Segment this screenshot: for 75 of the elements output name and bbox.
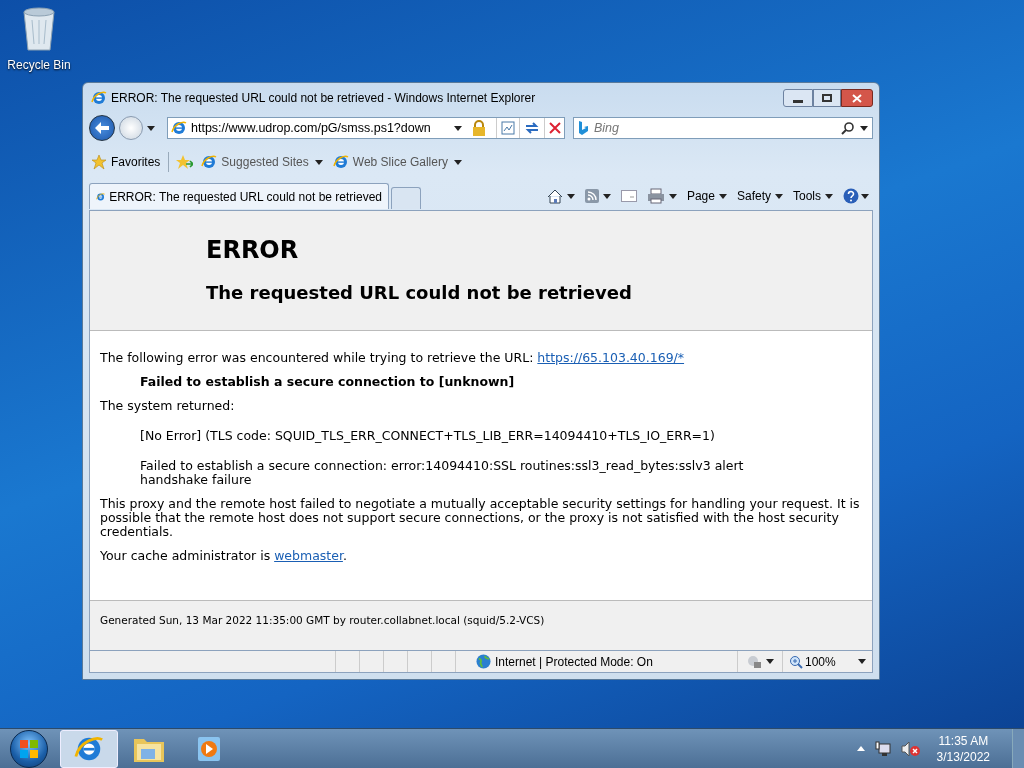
- stop-icon[interactable]: [549, 122, 561, 134]
- close-button[interactable]: [841, 89, 873, 107]
- paragraph: This proxy and the remote host failed to negotiate a mutually acceptable security settings for handling your request. It is possible that the remote host does not support secure connections, or the proxy is not satisfied with the host security credentials.: [100, 497, 861, 539]
- caret-icon: [860, 125, 868, 131]
- desktop-icon-label[interactable]: Recycle Bin: [7, 56, 71, 74]
- bing-logo-icon: [578, 121, 588, 135]
- home-icon[interactable]: [546, 188, 563, 204]
- add-favorite-icon[interactable]: [175, 154, 194, 170]
- clock-time[interactable]: 11:35 AM: [938, 732, 989, 749]
- back-arrow-icon: [95, 122, 109, 134]
- back-button[interactable]: [89, 115, 115, 141]
- link[interactable]: webmaster: [274, 548, 343, 563]
- caret-icon: [718, 193, 727, 199]
- caret-icon: [766, 659, 774, 664]
- window-title: ERROR: The requested URL could not be retrieved - Windows Internet Explorer: [111, 90, 536, 107]
- browser-icon: [201, 154, 218, 170]
- paragraph: Your cache administrator is webmaster.: [100, 549, 348, 563]
- globe-icon: [476, 654, 491, 669]
- close-icon: [852, 93, 862, 103]
- browser-icon: [332, 154, 349, 170]
- security-zone-text: Internet | Protected Mode: On: [495, 653, 653, 671]
- paragraph: Failed to establish a secure connection to [unknown]: [139, 375, 516, 389]
- taskbar-button[interactable]: [60, 729, 118, 768]
- search-field[interactable]: Bing: [573, 117, 873, 139]
- caret-icon: [453, 159, 462, 165]
- command-menu[interactable]: Page: [686, 187, 727, 205]
- caret-icon: [775, 193, 783, 199]
- command-menu[interactable]: Safety: [736, 187, 783, 205]
- browser-tab[interactable]: ERROR: The requested URL could not be retrieved: [89, 183, 389, 209]
- muted-speaker-icon[interactable]: [900, 740, 921, 757]
- show-hidden-icons-icon[interactable]: [856, 746, 865, 751]
- error-heading: ERROR: [206, 235, 300, 265]
- browser-icon: [171, 120, 187, 136]
- minimize-button[interactable]: [783, 89, 813, 107]
- caret-icon: [861, 193, 869, 199]
- paragraph: The system returned:: [100, 399, 236, 413]
- favorites-bar-link[interactable]: Suggested Sites: [199, 153, 325, 171]
- compatibility-icon[interactable]: [501, 121, 515, 135]
- caret-icon: [566, 193, 575, 199]
- caret-icon: [825, 193, 833, 199]
- caret-icon: [454, 125, 462, 131]
- favorites-button[interactable]: Favorites: [89, 153, 163, 171]
- windows-logo-icon: [19, 738, 39, 759]
- address-bar[interactable]: https://www.udrop.com/pG/smss.ps1?down: [167, 117, 565, 139]
- caret-icon: [602, 193, 611, 199]
- feed-icon[interactable]: [584, 189, 599, 203]
- network-icon[interactable]: [874, 740, 891, 757]
- search-icon[interactable]: [841, 121, 854, 135]
- start-button[interactable]: [10, 729, 48, 768]
- caret-icon: [314, 159, 323, 165]
- search-placeholder: Bing: [594, 119, 620, 137]
- paragraph: Failed to establish a secure connection: error:14094410:SSL routines:ssl3_read_bytes:sslv3 alert handshake failure: [139, 459, 745, 487]
- mail-icon[interactable]: [620, 190, 637, 202]
- media-player-icon: [195, 734, 223, 763]
- maximize-button[interactable]: [813, 89, 841, 107]
- clock-date[interactable]: 3/13/2022: [936, 748, 990, 765]
- browser-icon: [91, 90, 107, 106]
- caret-icon: [668, 193, 677, 199]
- caret-icon: [147, 125, 155, 131]
- star-icon: [91, 154, 107, 170]
- paragraph: [No Error] (TLS code: SQUID_TLS_ERR_CONNECT+TLS_LIB_ERR=14094410+TLS_IO_ERR=1): [139, 429, 716, 443]
- paragraph: The following error was encountered while trying to retrieve the URL: https://65.103.40.169/*: [100, 351, 686, 365]
- printer-icon[interactable]: [646, 188, 665, 204]
- zoom-button[interactable]: 100%: [782, 651, 872, 672]
- help-icon[interactable]: [843, 188, 859, 204]
- footer-text: Generated Sun, 13 Mar 2022 11:35:00 GMT by router.collabnet.local (squid/5.2-VCS): [100, 614, 545, 626]
- recycle-bin-icon[interactable]: [20, 6, 58, 52]
- favorites-bar-link[interactable]: Web Slice Gallery: [330, 153, 464, 171]
- refresh-icon[interactable]: [524, 121, 540, 135]
- caret-icon: [858, 659, 866, 664]
- error-subheading: The requested URL could not be retrieved: [206, 281, 633, 305]
- command-menu[interactable]: Tools: [793, 187, 833, 205]
- url-text: https://www.udrop.com/pG/smss.ps1?down: [191, 119, 431, 137]
- link[interactable]: https://65.103.40.169/*: [537, 350, 685, 365]
- zoom-icon: [789, 654, 803, 669]
